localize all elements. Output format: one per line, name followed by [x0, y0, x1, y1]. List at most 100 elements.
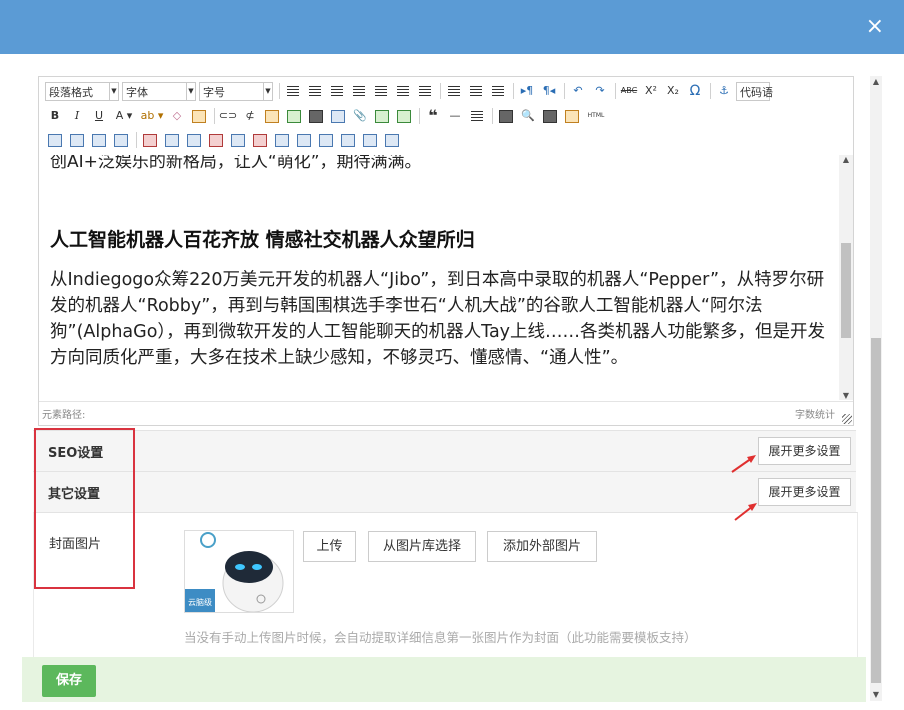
- toolbar-row-1: 段落格式 ▼ 字体 ▼ 字号 ▼ ▸¶ ¶◂ ↶ ↷ ABC X² X₂ Ω ⚓…: [45, 80, 773, 102]
- insert-screenshot-icon[interactable]: [284, 106, 304, 126]
- highlight-color-icon[interactable]: ab ▾: [139, 106, 165, 126]
- delete-column-icon[interactable]: [250, 130, 270, 150]
- ordered-list-icon[interactable]: [283, 81, 303, 101]
- dialog-scroll-thumb[interactable]: [871, 338, 881, 683]
- superscript-icon[interactable]: X²: [641, 81, 661, 101]
- image-center-icon[interactable]: [111, 130, 131, 150]
- insert-date-icon[interactable]: [467, 106, 487, 126]
- merge-down-icon[interactable]: [316, 130, 336, 150]
- toolbar-divider: [214, 108, 215, 124]
- search-replace-icon[interactable]: [540, 106, 560, 126]
- font-color-button[interactable]: A ▾: [111, 106, 137, 126]
- image-float-right-icon[interactable]: [89, 130, 109, 150]
- cover-thumbnail[interactable]: 云脑级: [184, 530, 294, 613]
- editor-scrollbar[interactable]: ▲ ▼: [839, 155, 853, 400]
- bold-button[interactable]: B: [45, 106, 65, 126]
- italic-button[interactable]: I: [67, 106, 87, 126]
- align-justify-icon[interactable]: [415, 81, 435, 101]
- image-float-left-icon[interactable]: [67, 130, 87, 150]
- toolbar-divider: [564, 83, 565, 99]
- paste-plain-icon[interactable]: [189, 106, 209, 126]
- attachment-icon[interactable]: 📎: [350, 106, 370, 126]
- insert-map-icon[interactable]: [394, 106, 414, 126]
- upload-button[interactable]: 上传: [303, 531, 356, 562]
- special-chars-icon[interactable]: Ω: [685, 81, 705, 101]
- align-right-icon[interactable]: [393, 81, 413, 101]
- line-height-icon[interactable]: [488, 81, 508, 101]
- table-caption-icon[interactable]: [162, 130, 182, 150]
- eraser-icon[interactable]: ◇: [167, 106, 187, 126]
- dialog-scrollbar[interactable]: ▲ ▼: [870, 76, 882, 701]
- page-break-icon[interactable]: [306, 106, 326, 126]
- font-family-select[interactable]: 字体 ▼: [122, 81, 196, 101]
- editor-heading: 人工智能机器人百花齐放 情感社交机器人众望所归: [50, 229, 475, 251]
- toolbar-row-2: B I U A ▾ ab ▾ ◇ ⊂⊃ ⊄ 📎 ❝ — 🔍 HTML: [45, 105, 610, 127]
- toolbar-divider: [279, 83, 280, 99]
- seo-settings-label: SEO设置: [48, 446, 104, 461]
- underline-button[interactable]: U: [89, 106, 109, 126]
- undo-icon[interactable]: ↶: [568, 81, 588, 101]
- blockquote-icon[interactable]: ❝: [423, 106, 443, 126]
- unlink-icon[interactable]: ⊄: [240, 106, 260, 126]
- insert-frame-icon[interactable]: [372, 106, 392, 126]
- chevron-down-icon: ▼: [186, 82, 195, 100]
- insert-image-icon[interactable]: [262, 106, 282, 126]
- redo-icon[interactable]: ↷: [590, 81, 610, 101]
- toolbar-divider: [419, 108, 420, 124]
- save-button[interactable]: 保存: [42, 665, 96, 697]
- seo-expand-button[interactable]: 展开更多设置: [758, 437, 851, 465]
- word-count: 字数统计: [795, 410, 835, 421]
- subscript-icon[interactable]: X₂: [663, 81, 683, 101]
- row-spacing-top-icon[interactable]: [444, 81, 464, 101]
- annotation-arrow-icon: [734, 503, 757, 521]
- table-insert-icon[interactable]: [140, 130, 160, 150]
- paragraph-format-select[interactable]: 段落格式 ▼: [45, 81, 119, 101]
- link-icon[interactable]: ⊂⊃: [218, 106, 238, 126]
- element-path: 元素路径:: [42, 410, 86, 421]
- scroll-up-icon[interactable]: ▲: [839, 155, 853, 164]
- select-from-library-button[interactable]: 从图片库选择: [368, 531, 476, 562]
- delete-row-icon[interactable]: [206, 130, 226, 150]
- rich-text-editor: 段落格式 ▼ 字体 ▼ 字号 ▼ ▸¶ ¶◂ ↶ ↷ ABC X² X₂ Ω ⚓…: [38, 76, 854, 426]
- row-spacing-bottom-icon[interactable]: [466, 81, 486, 101]
- print-icon[interactable]: [496, 106, 516, 126]
- strikethrough-icon[interactable]: ABC: [619, 81, 639, 101]
- preview-icon[interactable]: 🔍: [518, 106, 538, 126]
- merge-right-icon[interactable]: [294, 130, 314, 150]
- insert-row-icon[interactable]: [184, 130, 204, 150]
- dialog-footer: 保存: [22, 657, 866, 702]
- html-source-icon[interactable]: HTML: [584, 106, 608, 126]
- add-external-image-button[interactable]: 添加外部图片: [487, 531, 597, 562]
- scroll-down-icon[interactable]: ▼: [870, 689, 882, 701]
- annotation-arrow-icon: [731, 455, 756, 473]
- other-expand-button[interactable]: 展开更多设置: [758, 478, 851, 506]
- paste-word-icon[interactable]: [562, 106, 582, 126]
- insert-table-icon[interactable]: [328, 106, 348, 126]
- align-left-icon[interactable]: [349, 81, 369, 101]
- cover-hint-text: 当没有手动上传图片时候，会自动提取详细信息第一张图片作为封面（此功能需要模板支持…: [184, 630, 697, 645]
- unordered-list-icon[interactable]: [305, 81, 325, 101]
- close-icon[interactable]: ×: [866, 14, 884, 40]
- code-language-select[interactable]: 代码语: [736, 81, 773, 101]
- insert-column-icon[interactable]: [228, 130, 248, 150]
- align-center-icon[interactable]: [371, 81, 391, 101]
- split-columns-icon[interactable]: [382, 130, 402, 150]
- indent-icon[interactable]: [327, 81, 347, 101]
- scroll-up-icon[interactable]: ▲: [870, 76, 882, 88]
- anchor-icon[interactable]: ⚓: [714, 81, 734, 101]
- editor-scroll-thumb[interactable]: [841, 243, 851, 338]
- dialog-titlebar: ×: [0, 0, 904, 54]
- split-cells-icon[interactable]: [338, 130, 358, 150]
- image-float-none-icon[interactable]: [45, 130, 65, 150]
- merge-cells-icon[interactable]: [272, 130, 292, 150]
- font-size-select[interactable]: 字号 ▼: [199, 81, 273, 101]
- horizontal-rule-icon[interactable]: —: [445, 106, 465, 126]
- scroll-down-icon[interactable]: ▼: [839, 391, 853, 400]
- split-rows-icon[interactable]: [360, 130, 380, 150]
- toolbar-divider: [615, 83, 616, 99]
- editor-content-area[interactable]: 创AI+泛娱乐的新格局，让人“萌化”，期待满满。 人工智能机器人百花齐放 情感社…: [39, 155, 837, 400]
- rtl-direction-icon[interactable]: ¶◂: [539, 81, 559, 101]
- resize-grip-icon[interactable]: [842, 414, 852, 424]
- ltr-direction-icon[interactable]: ▸¶: [517, 81, 537, 101]
- font-family-value: 字体: [126, 85, 148, 99]
